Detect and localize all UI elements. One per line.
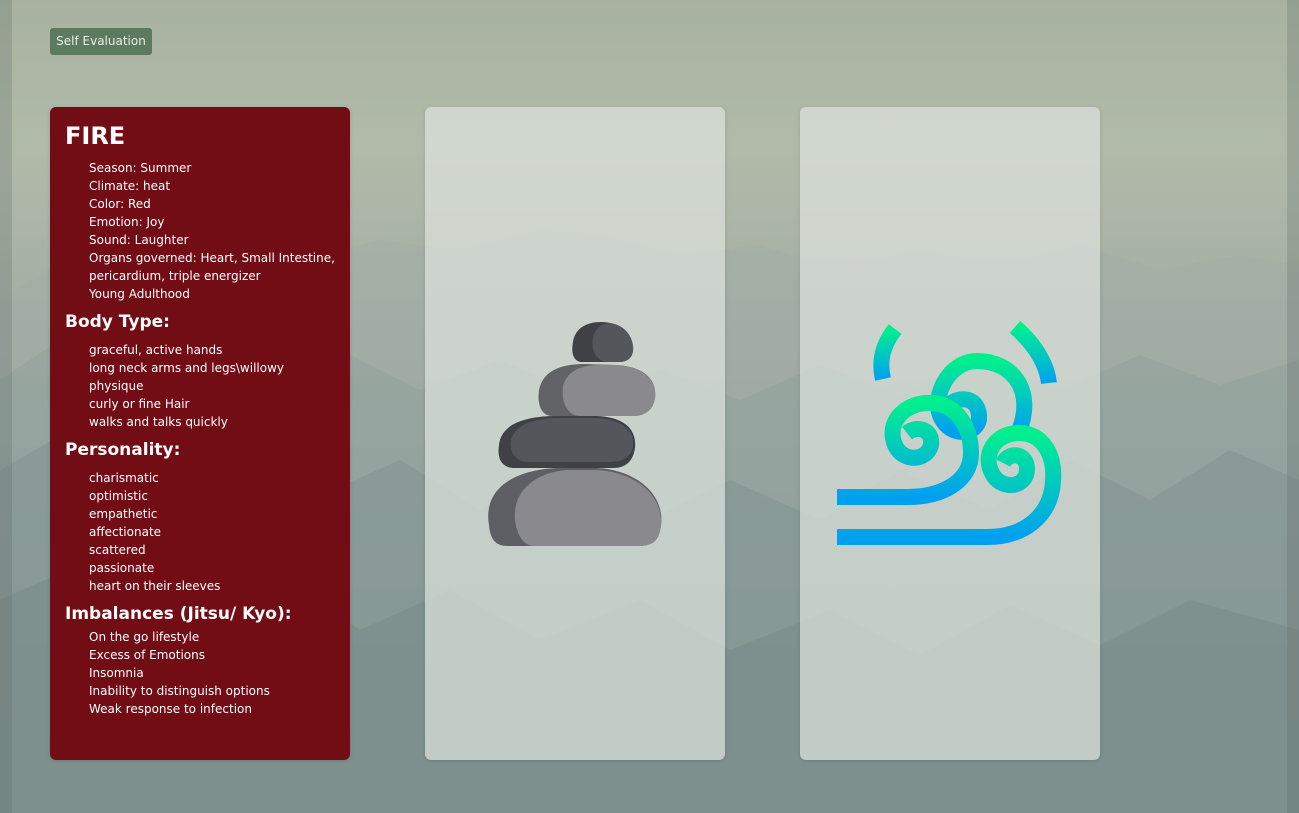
- earth-element-card[interactable]: [425, 107, 725, 760]
- element-info-card: FIRE Season: Summer Climate: heat Color:…: [50, 107, 350, 760]
- list-item: empathetic: [89, 507, 158, 521]
- list-item: Sound: Laughter: [89, 233, 189, 247]
- list-item: graceful, active hands: [89, 343, 223, 357]
- list-item: scattered: [89, 543, 146, 557]
- list-item: Weak response to infection: [89, 702, 252, 716]
- list-item: walks and talks quickly: [89, 415, 228, 429]
- list-item: Insomnia: [89, 666, 144, 680]
- body-type-heading: Body Type:: [65, 312, 170, 332]
- element-title: FIRE: [65, 122, 126, 150]
- list-item: optimistic: [89, 489, 148, 503]
- element-attributes-list: Season: Summer Climate: heat Color: Red …: [65, 159, 335, 303]
- list-item: heart on their sleeves: [89, 579, 221, 593]
- list-item: Organs governed: Heart, Small Intestine,: [89, 251, 335, 265]
- list-item: passionate: [89, 561, 155, 575]
- personality-list: charismatic optimistic empathetic affect…: [65, 469, 335, 595]
- left-edge-shade: [0, 0, 12, 813]
- self-evaluation-button[interactable]: Self Evaluation: [50, 28, 152, 55]
- list-item: Inability to distinguish options: [89, 684, 270, 698]
- right-edge-shade: [1287, 0, 1299, 813]
- list-item: Climate: heat: [89, 179, 171, 193]
- imbalances-heading: Imbalances (Jitsu/ Kyo):: [65, 604, 292, 624]
- wind-element-card[interactable]: [800, 107, 1100, 760]
- list-item: charismatic: [89, 471, 159, 485]
- list-item: Young Adulthood: [89, 287, 190, 301]
- list-item: Season: Summer: [89, 161, 192, 175]
- list-item: affectionate: [89, 525, 162, 539]
- personality-heading: Personality:: [65, 440, 181, 460]
- list-item: On the go lifestyle: [89, 630, 200, 644]
- list-item: long neck arms and legs\willowy: [89, 361, 284, 375]
- list-item: pericardium, triple energizer: [89, 269, 261, 283]
- wind-swirl-icon: [837, 321, 1062, 545]
- body-type-list: graceful, active hands long neck arms an…: [65, 341, 335, 431]
- list-item: Excess of Emotions: [89, 648, 206, 662]
- list-item: Color: Red: [89, 197, 151, 211]
- list-item: Emotion: Joy: [89, 215, 165, 229]
- list-item: curly or fine Hair: [89, 397, 190, 411]
- stacked-stones-icon: [488, 322, 662, 546]
- imbalances-list: On the go lifestyle Excess of Emotions I…: [65, 628, 335, 718]
- list-item: physique: [89, 379, 144, 393]
